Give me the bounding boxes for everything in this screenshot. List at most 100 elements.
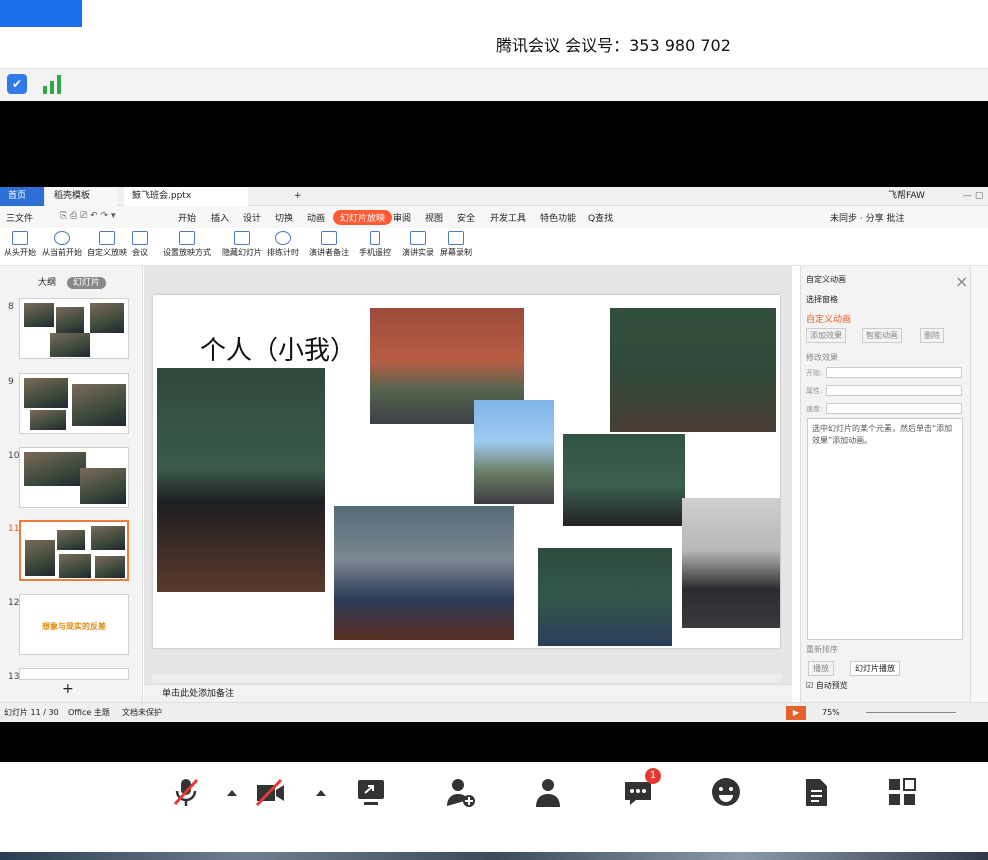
settings-icon (179, 231, 195, 245)
document-icon[interactable] (800, 776, 832, 808)
meeting-toolbar (0, 762, 988, 808)
new-tab-button[interactable]: + (286, 187, 310, 206)
property-label: 属性: (806, 387, 823, 395)
quick-access-icons[interactable]: ⎘ ⎙ ⎚ ↶ ↷ ▾ (60, 211, 116, 221)
camera-off-icon[interactable] (254, 776, 286, 808)
tab-home[interactable]: 首页 (0, 187, 44, 206)
ribbon-from-start[interactable]: 从头开始 (4, 231, 36, 258)
play-button[interactable]: 播放 (808, 661, 834, 676)
menu-search[interactable]: Q查找 (588, 211, 613, 224)
desktop-wallpaper-strip (0, 852, 988, 860)
microphone-muted-icon[interactable] (170, 776, 202, 808)
user-name[interactable]: 飞帮FAW (880, 187, 933, 206)
ribbon-record-talk[interactable]: 演讲实录 (402, 231, 434, 258)
hide-icon (234, 231, 250, 245)
screen-record-icon (448, 231, 464, 245)
invite-member-icon[interactable] (444, 776, 476, 808)
zoom-level[interactable]: 75% (822, 703, 840, 723)
ribbon-presenter-notes[interactable]: 演讲者备注 (309, 231, 349, 258)
menu-view[interactable]: 视图 (425, 211, 443, 224)
speed-select[interactable] (826, 403, 962, 414)
play-slideshow-icon[interactable]: ▶ (786, 706, 806, 720)
menu-slideshow[interactable]: 幻灯片放映 (333, 210, 393, 225)
animation-list[interactable]: 选中幻灯片的某个元素，然后单击“添加效果”添加动画。 (807, 418, 963, 640)
left-panel-tabs: 大纲 幻灯片 (38, 275, 106, 289)
slide-number: 9 (8, 377, 14, 387)
doc-protection[interactable]: 文档未保护 (122, 703, 162, 723)
ribbon-rehearse[interactable]: 排练计时 (267, 231, 299, 258)
slide-thumbnail-11-selected[interactable] (19, 520, 129, 581)
menu-transition[interactable]: 切换 (275, 211, 293, 224)
members-icon[interactable] (532, 776, 564, 808)
menu-special[interactable]: 特色功能 (540, 211, 576, 224)
horizontal-scrollbar[interactable] (152, 674, 782, 682)
chevron-up-icon[interactable] (311, 776, 331, 808)
tab-document[interactable]: 鲸飞班会.pptx (124, 187, 248, 206)
menu-review[interactable]: 审阅 (393, 211, 411, 224)
window-controls[interactable]: — ▢ (955, 187, 988, 206)
slide-thumbnail-8[interactable] (19, 298, 129, 359)
app-logo (0, 0, 82, 27)
menu-sync-share[interactable]: 未同步 · 分享 批注 (830, 211, 904, 224)
menu-devtools[interactable]: 开发工具 (490, 211, 526, 224)
reaction-icon[interactable] (710, 776, 742, 808)
ribbon-from-current[interactable]: 从当前开始 (42, 231, 82, 258)
slide-thumbnail-13[interactable] (19, 668, 129, 680)
slide-thumbnail-9[interactable] (19, 373, 129, 434)
photo-outdoor-pair[interactable] (474, 400, 554, 504)
menu-animation[interactable]: 动画 (307, 211, 325, 224)
list-icon (99, 231, 115, 245)
ribbon-meeting[interactable]: 会议 (132, 231, 148, 258)
ribbon-hide-slide[interactable]: 隐藏幻灯片 (222, 231, 262, 258)
slide-counter: 幻灯片 11 / 30 (4, 708, 59, 717)
add-slide-button[interactable]: + (62, 681, 74, 697)
notes-area[interactable]: 单击此处添加备注 (144, 684, 792, 702)
start-label: 开始: (806, 369, 823, 377)
delete-button[interactable]: 删除 (920, 328, 944, 343)
tab-slides[interactable]: 幻灯片 (66, 277, 106, 289)
record-icon (410, 231, 426, 245)
autopreview-checkbox[interactable]: ☑ 自动预览 (806, 680, 848, 691)
slide-thumbnail-10[interactable] (19, 447, 129, 508)
shield-icon[interactable]: ✔ (7, 74, 27, 94)
share-screen-icon[interactable] (355, 776, 387, 808)
photo-classroom-group[interactable] (157, 368, 325, 592)
menu-insert[interactable]: 插入 (211, 211, 229, 224)
menu-start[interactable]: 开始 (178, 211, 196, 224)
ribbon-screen-record[interactable]: 屏幕录制 (440, 231, 472, 258)
slide-number: 12 (8, 598, 20, 608)
smart-anim-button[interactable]: 智能动画 (862, 328, 902, 343)
tab-outline[interactable]: 大纲 (38, 278, 56, 288)
photo-blackboard-pair[interactable] (610, 308, 776, 432)
photo-lab-group[interactable] (334, 506, 514, 640)
menu-design[interactable]: 设计 (243, 211, 261, 224)
status-row (0, 68, 988, 101)
slide-number: 8 (8, 302, 14, 312)
photo-office-two[interactable] (682, 498, 780, 628)
start-select[interactable] (826, 367, 962, 378)
zoom-slider[interactable] (866, 712, 956, 713)
ribbon-phone-remote[interactable]: 手机遥控 (359, 231, 391, 258)
menu-security[interactable]: 安全 (457, 211, 475, 224)
right-sidebar-icons[interactable] (970, 266, 988, 702)
property-select[interactable] (826, 385, 962, 396)
slide-thumbnail-12[interactable]: 想象与现实的反差 (19, 594, 129, 655)
photo-lecture-pair[interactable] (563, 434, 685, 526)
menu-file[interactable]: 三文件 (6, 211, 33, 224)
close-icon[interactable]: × (955, 272, 968, 291)
menu-bar: 三文件 ⎘ ⎙ ⎚ ↶ ↷ ▾ 开始 插入 设计 切换 动画 幻灯片放映 审阅 … (0, 206, 988, 228)
apps-grid-icon[interactable] (886, 776, 918, 808)
timer-icon (275, 231, 291, 245)
select-pane[interactable]: 选择窗格 (806, 294, 838, 305)
panel-header[interactable]: 自定义动画 (806, 274, 846, 285)
ribbon-custom-show[interactable]: 自定义放映 (87, 231, 127, 258)
photo-board-two[interactable] (538, 548, 672, 646)
chevron-up-icon[interactable] (222, 776, 242, 808)
slide-title[interactable]: 个人（小我） (200, 330, 356, 367)
chat-badge: 1 (645, 768, 661, 784)
signal-icon[interactable] (41, 73, 65, 95)
ribbon-setup-show[interactable]: 设置放映方式 (163, 231, 211, 258)
add-effect-button[interactable]: 添加效果 (806, 328, 846, 343)
slideshow-button[interactable]: 幻灯片播放 (850, 661, 900, 676)
tab-templates[interactable]: 稻壳模板 (46, 187, 118, 206)
